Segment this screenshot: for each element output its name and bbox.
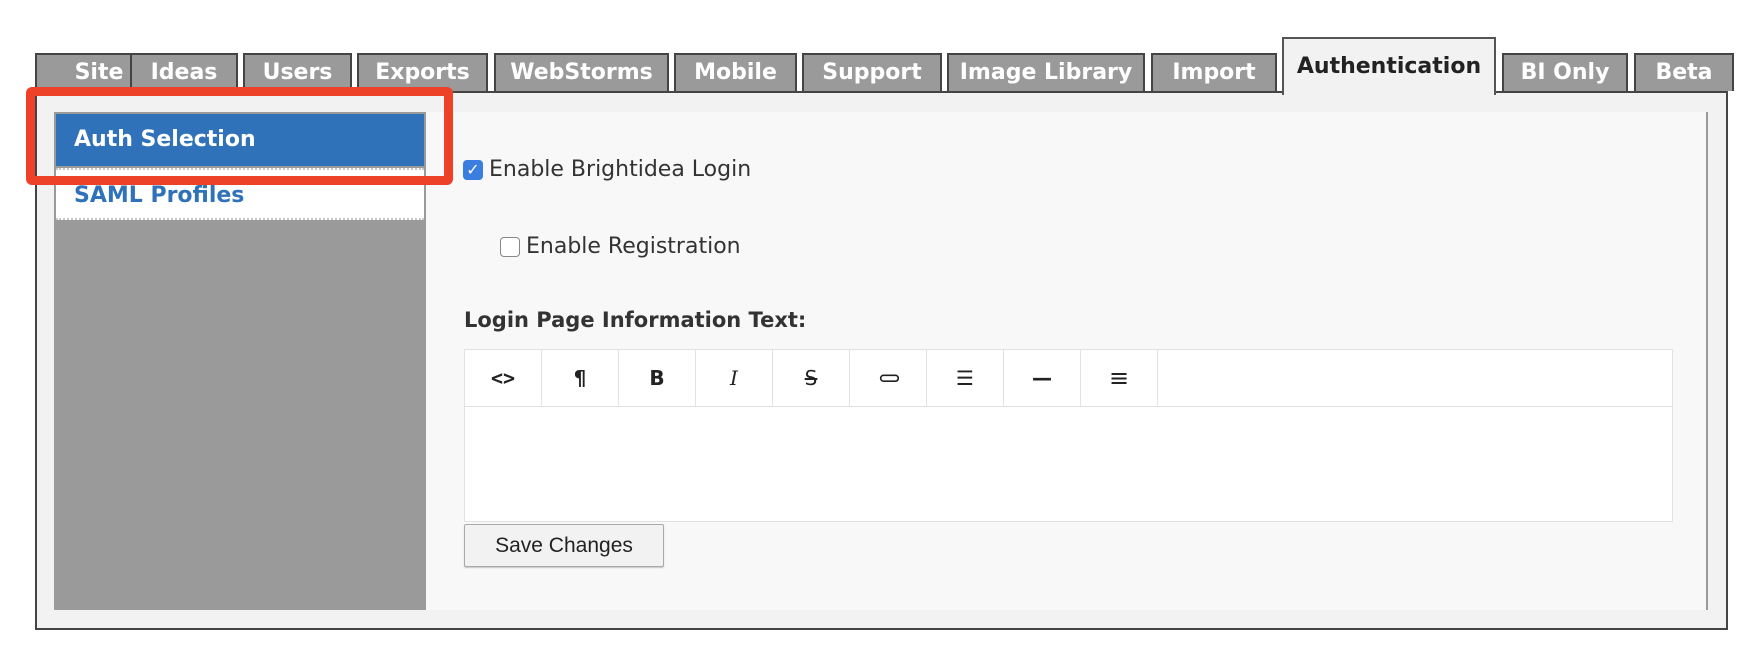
list-icon[interactable]: ☰ (927, 350, 1004, 406)
tab-import[interactable]: Import (1151, 53, 1277, 91)
tab-users[interactable]: Users (243, 53, 352, 91)
tab-exports[interactable]: Exports (357, 53, 488, 91)
enable-registration-row: Enable Registration (500, 234, 741, 259)
enable-registration-checkbox[interactable] (500, 236, 520, 257)
link-icon[interactable]: ⊂⊃ (850, 350, 927, 406)
enable-login-row: ✓ Enable Brightidea Login (463, 157, 751, 182)
editor-body[interactable] (465, 407, 1672, 521)
code-icon[interactable]: <> (465, 350, 542, 406)
tab-bi-only[interactable]: BI Only (1502, 53, 1628, 91)
enable-login-label[interactable]: Enable Brightidea Login (489, 157, 751, 182)
tab-mobile[interactable]: Mobile (674, 53, 797, 91)
tab-bar: Site Ideas Users Exports WebStorms Mobil… (0, 0, 1762, 100)
rich-text-editor: <> ¶ B I S ⊂⊃ ☰ — ≡ (464, 349, 1673, 522)
info-text-label: Login Page Information Text: (464, 308, 807, 332)
horizontal-rule-icon[interactable]: — (1004, 350, 1081, 406)
tab-support[interactable]: Support (802, 53, 942, 91)
save-changes-button[interactable]: Save Changes (464, 524, 664, 567)
sidebar: Auth Selection SAML Profiles (54, 112, 426, 610)
tab-authentication[interactable]: Authentication (1282, 37, 1496, 95)
bold-icon[interactable]: B (619, 350, 696, 406)
align-left-icon[interactable]: ≡ (1081, 350, 1158, 406)
tab-webstorms[interactable]: WebStorms (494, 53, 669, 91)
tab-image-library[interactable]: Image Library (947, 53, 1145, 91)
strikethrough-icon[interactable]: S (773, 350, 850, 406)
tab-beta[interactable]: Beta (1634, 53, 1734, 91)
tab-ideas[interactable]: Ideas (130, 53, 238, 91)
paragraph-icon[interactable]: ¶ (542, 350, 619, 406)
enable-registration-label[interactable]: Enable Registration (526, 234, 741, 259)
italic-icon[interactable]: I (696, 350, 773, 406)
highlight-box (26, 87, 453, 185)
enable-login-checkbox[interactable]: ✓ (463, 159, 483, 180)
editor-toolbar: <> ¶ B I S ⊂⊃ ☰ — ≡ (465, 350, 1672, 407)
